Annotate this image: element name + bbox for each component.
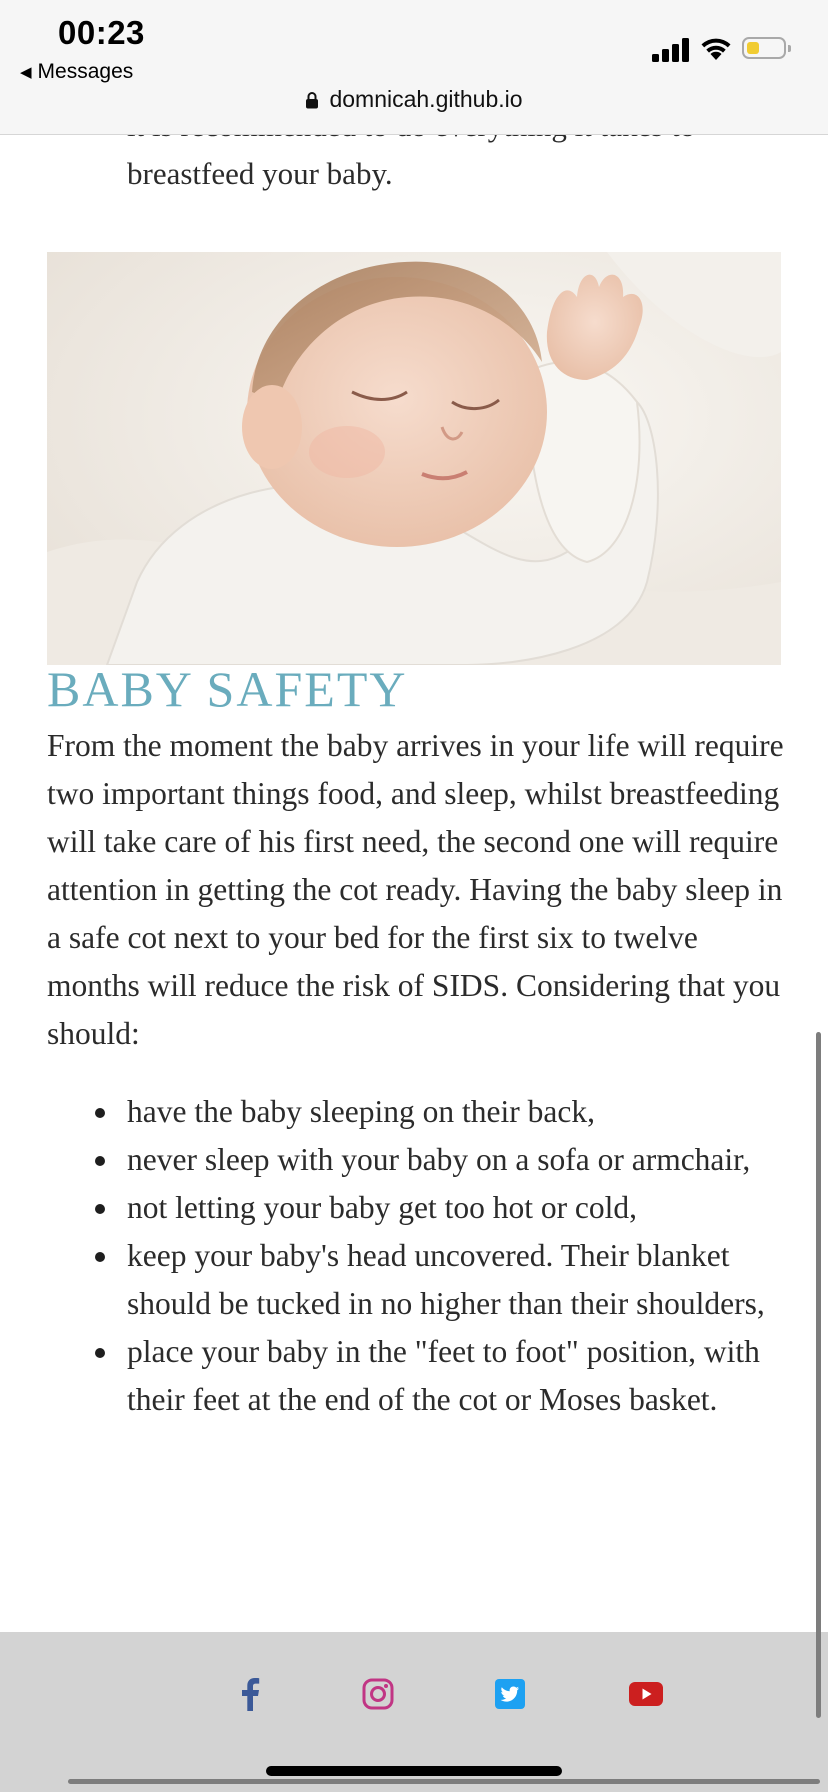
status-time: 00:23 — [58, 14, 145, 51]
sleeping-baby-image — [47, 252, 781, 665]
vertical-scrollbar[interactable] — [816, 1032, 821, 1718]
previous-paragraph-end: breastfeed your baby. — [127, 156, 393, 191]
url-text: domnicah.github.io — [329, 86, 523, 112]
wifi-icon — [701, 38, 731, 60]
facebook-icon[interactable] — [232, 1676, 268, 1712]
browser-top-bar: 00:23 ◀ Messages domnicah.github.io — [0, 0, 828, 135]
list-item: place your baby in the "feet to foot" po… — [47, 1328, 787, 1424]
address-bar[interactable]: domnicah.github.io — [0, 86, 828, 113]
home-indicator[interactable] — [266, 1766, 562, 1776]
list-item: not letting your baby get too hot or col… — [47, 1184, 787, 1232]
back-arrow-icon: ◀ — [20, 64, 32, 81]
previous-paragraph: it is recommended to do everything it ta… — [127, 108, 695, 198]
back-to-messages-button[interactable]: ◀ Messages — [20, 60, 133, 84]
instagram-icon[interactable] — [360, 1676, 396, 1712]
back-label: Messages — [37, 60, 134, 83]
safety-tips-list: have the baby sleeping on their back, ne… — [47, 1088, 787, 1424]
list-item: keep your baby's head uncovered. Their b… — [47, 1232, 787, 1328]
twitter-icon[interactable] — [492, 1676, 528, 1712]
section-title-baby-safety: BABY SAFETY — [47, 661, 408, 717]
lock-icon — [306, 91, 319, 108]
list-item: never sleep with your baby on a sofa or … — [47, 1136, 787, 1184]
youtube-icon[interactable] — [628, 1676, 664, 1712]
horizontal-scrollbar[interactable] — [68, 1779, 820, 1784]
cellular-signal-icon — [652, 36, 690, 62]
list-item: have the baby sleeping on their back, — [47, 1088, 787, 1136]
battery-icon — [742, 37, 791, 59]
intro-paragraph: From the moment the baby arrives in your… — [47, 728, 784, 1051]
